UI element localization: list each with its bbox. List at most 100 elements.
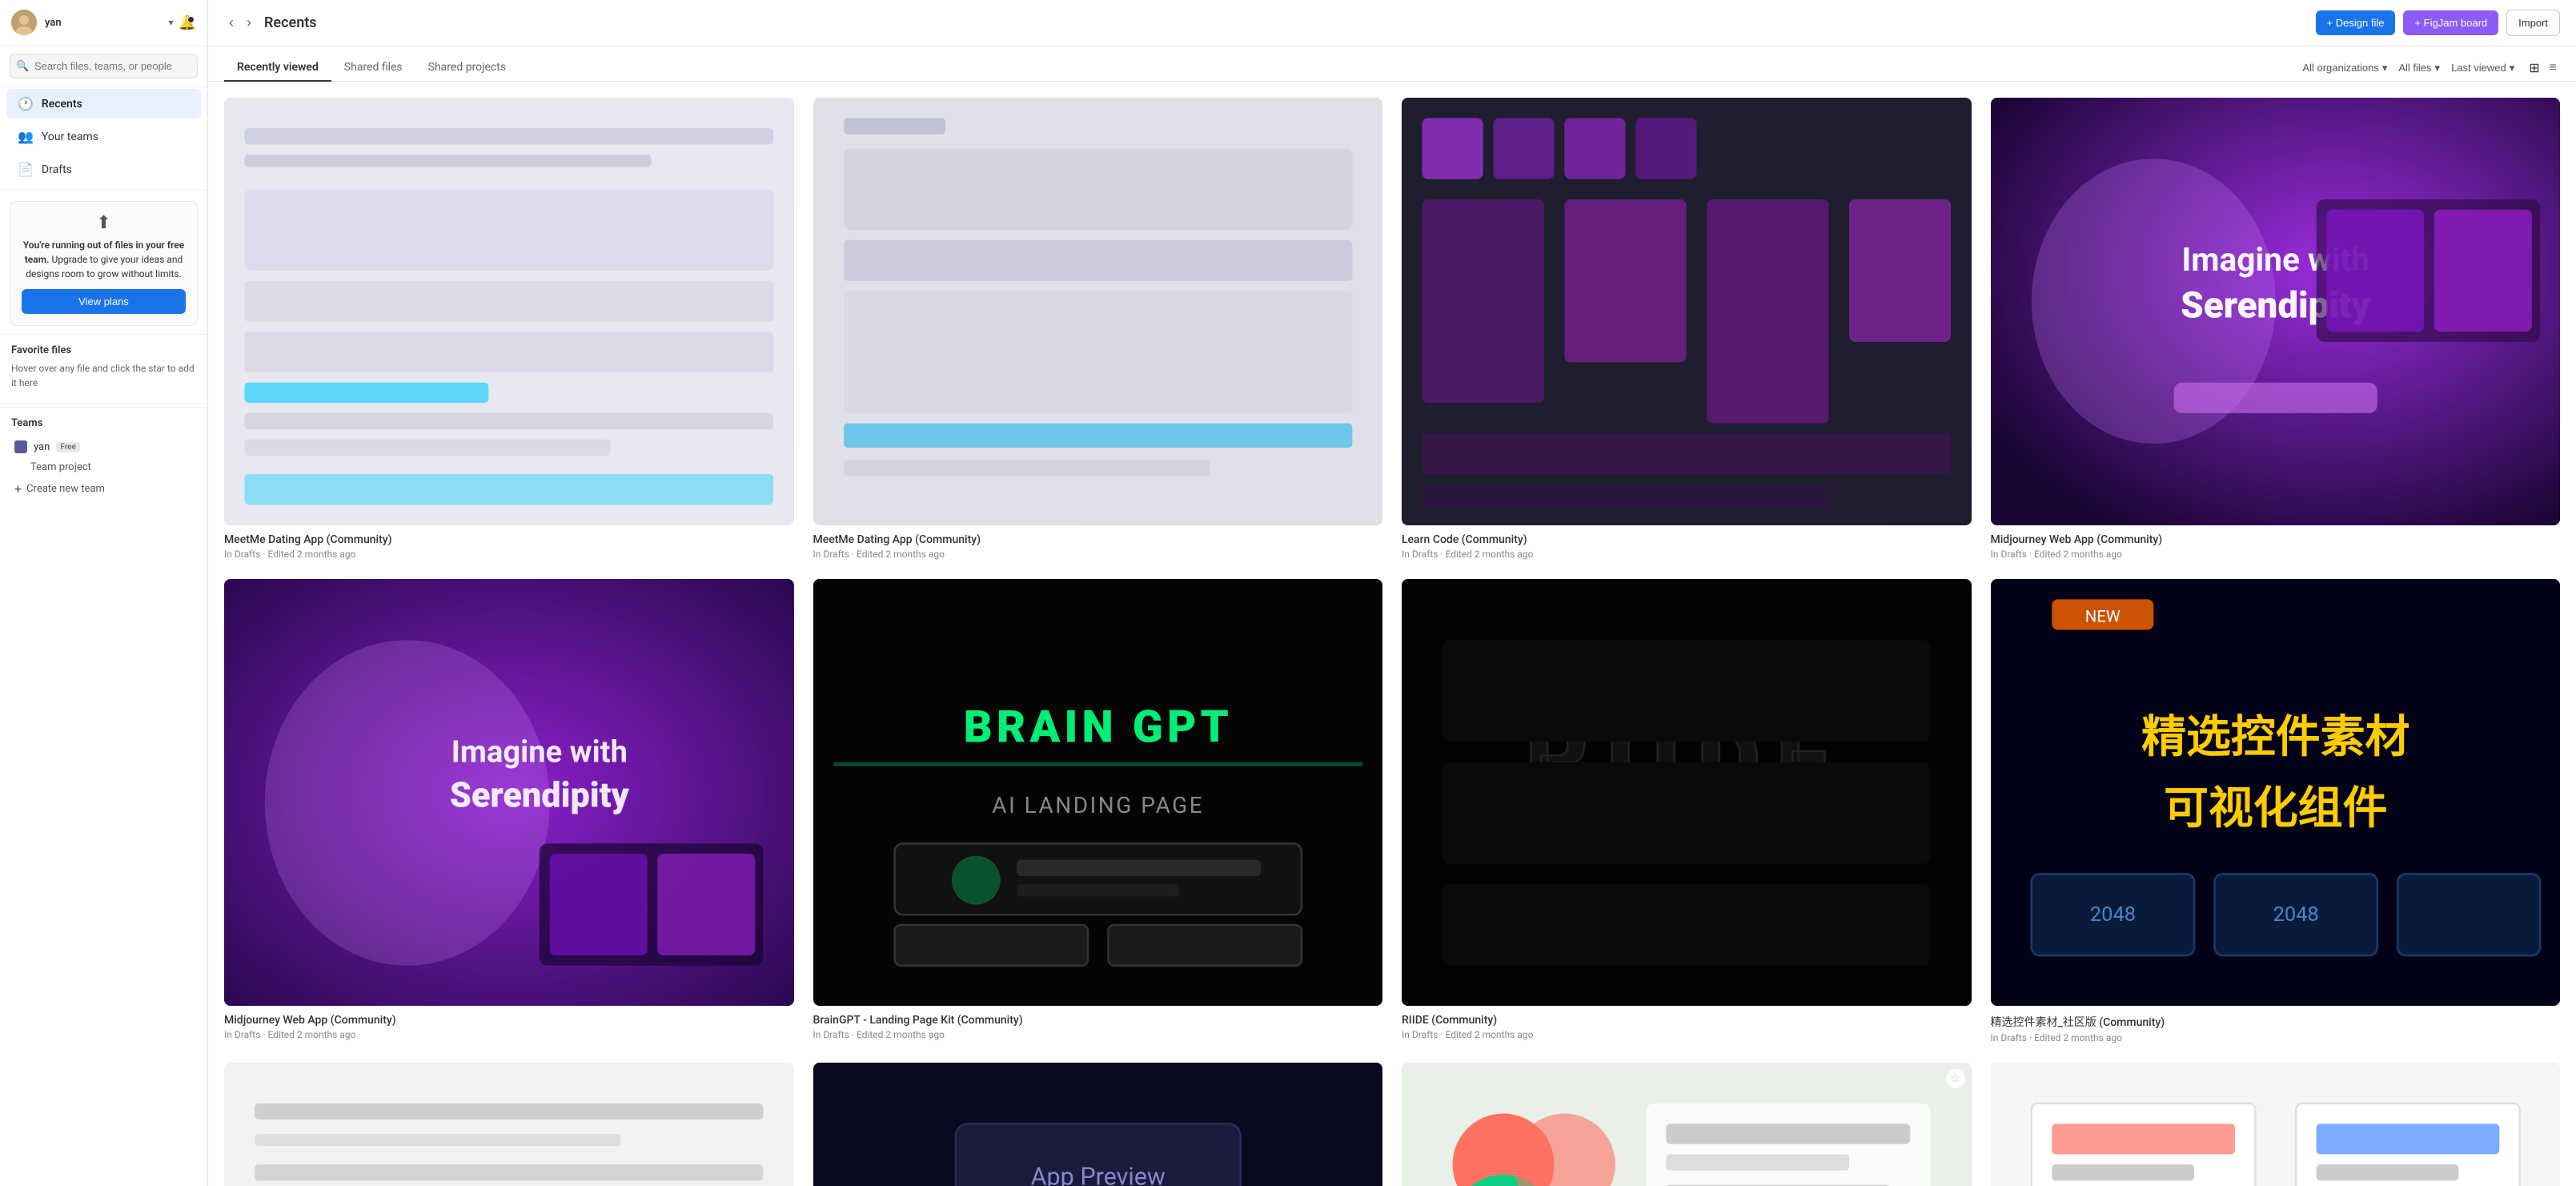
file-meta: In Drafts · Edited 2 months ago: [1402, 549, 1972, 560]
nav-recents-label: Recents: [42, 98, 82, 111]
file-card[interactable]: Learn Code (Community) In Drafts · Edite…: [1402, 98, 1972, 560]
search-input[interactable]: [10, 54, 198, 78]
design-file-button[interactable]: + Design file: [2316, 10, 2396, 35]
view-plans-button[interactable]: View plans: [22, 289, 186, 314]
file-name: 精选控件素材_社区版 (Community): [1991, 1014, 2561, 1030]
sort-filter-label: Last viewed: [2451, 62, 2506, 74]
file-meta: In Drafts · Edited 2 months ago: [224, 1029, 794, 1040]
favorites-title: Favorite files: [11, 344, 196, 356]
file-name: RIIDE (Community): [1402, 1014, 1972, 1027]
file-name: MeetMe Dating App (Community): [813, 533, 1383, 546]
grid-view-button[interactable]: ⊞: [2526, 58, 2542, 78]
file-thumbnail: [1402, 98, 1972, 525]
team-color: [14, 440, 27, 453]
avatar[interactable]: [11, 10, 37, 35]
file-thumbnail: App Preview: [813, 1063, 1383, 1186]
file-thumbnail: [813, 98, 1383, 525]
nav-drafts[interactable]: 📄 Drafts: [6, 155, 201, 184]
svg-text:Imagine with: Imagine with: [451, 734, 628, 770]
svg-text:App Preview: App Preview: [1030, 1164, 1165, 1186]
sidebar: yan ▾ 🔔 🔍 🕐 Recents 👥 Your teams 📄 Draft…: [0, 0, 208, 1186]
file-meta: In Drafts · Edited 2 months ago: [813, 1029, 1383, 1040]
upgrade-box: ⬆ You're running out of files in your fr…: [10, 201, 198, 326]
file-card[interactable]: [224, 1063, 794, 1186]
svg-text:2048: 2048: [2089, 903, 2135, 927]
upgrade-icon: ⬆: [22, 213, 186, 233]
page-title: Recents: [264, 14, 317, 31]
import-button[interactable]: Import: [2506, 10, 2560, 36]
file-meta: In Drafts · Edited 2 months ago: [224, 549, 794, 560]
file-card[interactable]: App Preview: [813, 1063, 1383, 1186]
list-view-button[interactable]: ≡: [2546, 58, 2560, 78]
file-name: Learn Code (Community): [1402, 533, 1972, 546]
file-card[interactable]: RIIDE RIIDE RIIDE (Community) In Drafts …: [1402, 579, 1972, 1044]
file-thumbnail: Imagine with Serendipity: [224, 579, 794, 1007]
files-filter-button[interactable]: All files ▾: [2398, 62, 2440, 74]
file-thumbnail: 精选控件素材 可视化组件 2048 2048 NEW: [1991, 579, 2561, 1007]
topbar-right: + Design file + FigJam board Import: [2316, 10, 2560, 36]
star-icon[interactable]: ☆: [1946, 1069, 1965, 1088]
tab-shared-files[interactable]: Shared files: [331, 54, 415, 82]
teams-section: Teams yan Free Team project + Create new…: [0, 407, 207, 511]
team-project-label: Team project: [30, 461, 91, 473]
drafts-icon: 📄: [18, 162, 34, 177]
file-meta: In Drafts · Edited 2 months ago: [813, 549, 1383, 560]
figjam-board-button[interactable]: + FigJam board: [2403, 10, 2498, 35]
nav-recents[interactable]: 🕐 Recents: [6, 89, 201, 119]
file-thumbnail: [224, 1063, 794, 1186]
file-thumbnail: BRAIN GPT AI LANDING PAGE: [813, 579, 1383, 1007]
svg-text:NEW: NEW: [2084, 606, 2120, 625]
sort-filter-button[interactable]: Last viewed ▾: [2451, 62, 2514, 74]
favorites-desc: Hover over any file and click the star t…: [11, 361, 196, 390]
tabs-left: Recently viewed Shared files Shared proj…: [224, 54, 519, 81]
team-name: yan: [34, 441, 50, 453]
team-item-yan[interactable]: yan Free: [11, 436, 196, 458]
tabs-right: All organizations ▾ All files ▾ Last vie…: [2302, 58, 2560, 78]
org-filter-button[interactable]: All organizations ▾: [2302, 62, 2387, 74]
nav-your-teams[interactable]: 👥 Your teams: [6, 122, 201, 151]
file-card[interactable]: MeetMe Dating App (Community) In Drafts …: [224, 98, 794, 560]
forward-button[interactable]: ›: [242, 11, 256, 34]
tab-shared-projects[interactable]: Shared projects: [415, 54, 519, 82]
org-name: yan: [45, 17, 161, 29]
search-bar: 🔍: [0, 46, 207, 87]
team-project-item[interactable]: Team project: [11, 458, 196, 476]
tabs-bar: Recently viewed Shared files Shared proj…: [208, 46, 2576, 82]
file-card[interactable]: BRAIN GPT AI LANDING PAGE BrainGPT - Lan…: [813, 579, 1383, 1044]
back-button[interactable]: ‹: [224, 11, 239, 34]
file-name: Midjourney Web App (Community): [224, 1014, 794, 1027]
files-filter-label: All files: [2398, 62, 2431, 74]
file-card[interactable]: 精选控件素材 可视化组件 2048 2048 NEW 精选控件素材_社区版 (C…: [1991, 579, 2561, 1044]
svg-text:精选控件素材: 精选控件素材: [2141, 710, 2409, 763]
org-filter-label: All organizations: [2302, 62, 2378, 74]
file-thumbnail: [224, 98, 794, 525]
search-icon: 🔍: [16, 60, 29, 72]
file-card[interactable]: ☆: [1402, 1063, 1972, 1186]
create-team-button[interactable]: + Create new team: [11, 476, 196, 501]
topbar: ‹ › Recents + Design file + FigJam board…: [208, 0, 2576, 46]
nav-drafts-label: Drafts: [42, 163, 72, 176]
sidebar-header: yan ▾ 🔔: [0, 0, 207, 46]
topbar-left: ‹ › Recents: [224, 11, 317, 34]
file-card[interactable]: [1991, 1063, 2561, 1186]
tab-recently-viewed[interactable]: Recently viewed: [224, 54, 331, 82]
file-meta: In Drafts · Edited 2 months ago: [1402, 1029, 1972, 1040]
file-card[interactable]: Imagine with Serendipity Midjourney Web …: [1991, 98, 2561, 560]
file-name: MeetMe Dating App (Community): [224, 533, 794, 546]
svg-text:2048: 2048: [2273, 903, 2318, 927]
chevron-down-icon[interactable]: ▾: [169, 17, 174, 28]
teams-icon: 👥: [18, 129, 34, 144]
main-content: ‹ › Recents + Design file + FigJam board…: [208, 0, 2576, 1186]
content-area: MeetMe Dating App (Community) In Drafts …: [208, 82, 2576, 1186]
teams-title: Teams: [11, 417, 196, 429]
svg-text:Serendipity: Serendipity: [450, 774, 630, 815]
notification-icon[interactable]: 🔔: [179, 14, 196, 31]
sort-filter-chevron: ▾: [2510, 62, 2515, 74]
free-badge: Free: [56, 442, 80, 452]
files-filter-chevron: ▾: [2435, 62, 2441, 74]
upgrade-text: You're running out of files in your free…: [22, 238, 186, 281]
file-thumbnail: RIIDE RIIDE: [1402, 579, 1972, 1007]
file-thumbnail: ☆: [1402, 1063, 1972, 1186]
file-card[interactable]: Imagine with Serendipity Midjourney Web …: [224, 579, 794, 1044]
file-card[interactable]: MeetMe Dating App (Community) In Drafts …: [813, 98, 1383, 560]
